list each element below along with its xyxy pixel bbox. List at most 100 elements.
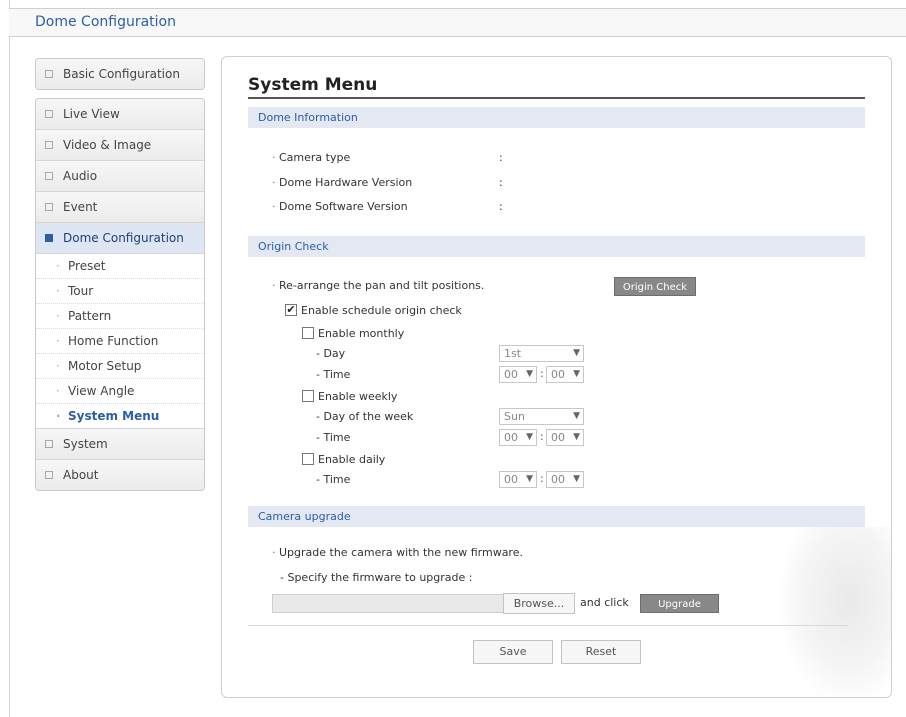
sidebar-item-label: Basic Configuration [63,67,180,81]
sidebar-subitem-label: Home Function [68,334,159,348]
specify-firmware-label: - Specify the firmware to upgrade : [280,571,473,584]
time-colon: : [540,367,544,380]
sidebar-subitem-label: System Menu [68,409,160,423]
page-header-title: Dome Configuration [35,14,176,30]
weekly-hour-select[interactable]: 00 ▼ [499,429,537,446]
sidebar-subitem-motor-setup[interactable]: Motor Setup [36,354,204,379]
select-value: 00 [504,431,518,444]
weekly-dow-select[interactable]: Sun ▼ [499,408,584,425]
sidebar-subitem-label: Tour [68,284,94,298]
plus-box-icon [45,203,53,211]
page-title: System Menu [248,75,865,99]
chevron-down-icon: ▼ [573,474,580,484]
plus-box-icon [45,172,53,180]
time-colon: : [540,430,544,443]
daily-time-label: - Time [316,473,351,486]
monthly-day-label: - Day [316,347,346,360]
chevron-down-icon: ▼ [526,432,533,442]
weekly-minute-select[interactable]: 00 ▼ [546,429,584,446]
enable-schedule-checkbox[interactable]: ✔ [285,304,297,316]
chevron-down-icon: ▼ [526,474,533,484]
sidebar-item-label: Live View [63,107,120,121]
monthly-time-label: - Time [316,368,351,381]
select-value: 00 [551,473,565,486]
sidebar-item-video-image[interactable]: Video & Image [36,130,204,161]
chevron-down-icon: ▼ [573,348,580,358]
sidebar-item-label: Video & Image [63,138,152,152]
software-version-label: Dome Software Version [272,200,408,213]
sidebar-menu: Live View Video & Image Audio Event Dome… [35,98,205,491]
select-value: 1st [504,347,522,360]
plus-box-icon [45,440,53,448]
minus-box-icon [45,234,53,242]
sidebar-item-about[interactable]: About [36,460,204,490]
sidebar-item-dome-configuration[interactable]: Dome Configuration [36,223,204,254]
hardware-version-label: Dome Hardware Version [272,176,412,189]
monthly-hour-select[interactable]: 00 ▼ [499,366,537,383]
hardware-version-separator: : [499,176,503,189]
enable-monthly-checkbox[interactable] [302,327,314,339]
sidebar-item-event[interactable]: Event [36,192,204,223]
daily-minute-select[interactable]: 00 ▼ [546,471,584,488]
monthly-minute-select[interactable]: 00 ▼ [546,366,584,383]
sidebar-item-label: About [63,468,99,482]
sidebar-subitem-label: Preset [68,259,106,273]
time-colon: : [540,472,544,485]
reset-button[interactable]: Reset [561,640,641,664]
chevron-down-icon: ▼ [526,369,533,379]
select-value: 00 [504,368,518,381]
sidebar-subitem-system-menu[interactable]: System Menu [36,404,204,428]
sidebar-subitem-home-function[interactable]: Home Function [36,329,204,354]
plus-box-icon [45,70,53,78]
save-button[interactable]: Save [473,640,553,664]
sidebar-subitem-label: View Angle [68,384,135,398]
section-camera-upgrade: Camera upgrade [248,506,865,527]
sidebar-item-live-view[interactable]: Live View [36,99,204,130]
plus-box-icon [45,110,53,118]
weekly-dow-label: - Day of the week [316,410,414,423]
enable-weekly-checkbox[interactable] [302,390,314,402]
chevron-down-icon: ▼ [573,369,580,379]
chevron-down-icon: ▼ [573,432,580,442]
sidebar-subitem-tour[interactable]: Tour [36,279,204,304]
browse-button[interactable]: Browse... [503,593,575,614]
origin-check-button[interactable]: Origin Check [614,277,696,296]
enable-daily-checkbox[interactable] [302,453,314,465]
select-value: 00 [551,368,565,381]
sidebar-item-label: System [63,437,108,451]
upgrade-text: Upgrade the camera with the new firmware… [272,546,523,559]
upgrade-button[interactable]: Upgrade [640,594,719,613]
sidebar-item-audio[interactable]: Audio [36,161,204,192]
plus-box-icon [45,141,53,149]
sidebar-subitem-pattern[interactable]: Pattern [36,304,204,329]
plus-box-icon [45,471,53,479]
camera-type-separator: : [499,151,503,164]
rearrange-label: Re-arrange the pan and tilt positions. [272,279,484,292]
sidebar-item-basic-configuration[interactable]: Basic Configuration [36,59,204,89]
section-dome-information: Dome Information [248,107,865,128]
sidebar-basic-box: Basic Configuration [35,58,205,90]
select-value: 00 [504,473,518,486]
and-click-label: and click [580,596,629,609]
sidebar-item-label: Audio [63,169,98,183]
enable-monthly-label: Enable monthly [318,327,405,340]
enable-weekly-label: Enable weekly [318,390,398,403]
divider [248,625,848,626]
daily-hour-select[interactable]: 00 ▼ [499,471,537,488]
sidebar-item-system[interactable]: System [36,429,204,460]
sidebar-subitem-label: Pattern [68,309,112,323]
chevron-down-icon: ▼ [573,411,580,421]
sidebar-subitem-view-angle[interactable]: View Angle [36,379,204,404]
top-bar: Dome Configuration [9,8,906,37]
firmware-file-field[interactable] [272,594,504,613]
weekly-time-label: - Time [316,431,351,444]
monthly-day-select[interactable]: 1st ▼ [499,345,584,362]
background-watermark [777,527,891,697]
software-version-separator: : [499,200,503,213]
sidebar-subitem-label: Motor Setup [68,359,142,373]
sidebar-item-label: Dome Configuration [63,231,184,245]
section-origin-check: Origin Check [248,236,865,257]
sidebar-subitem-preset[interactable]: Preset [36,254,204,279]
sidebar-item-label: Event [63,200,98,214]
enable-schedule-label: Enable schedule origin check [301,304,462,317]
